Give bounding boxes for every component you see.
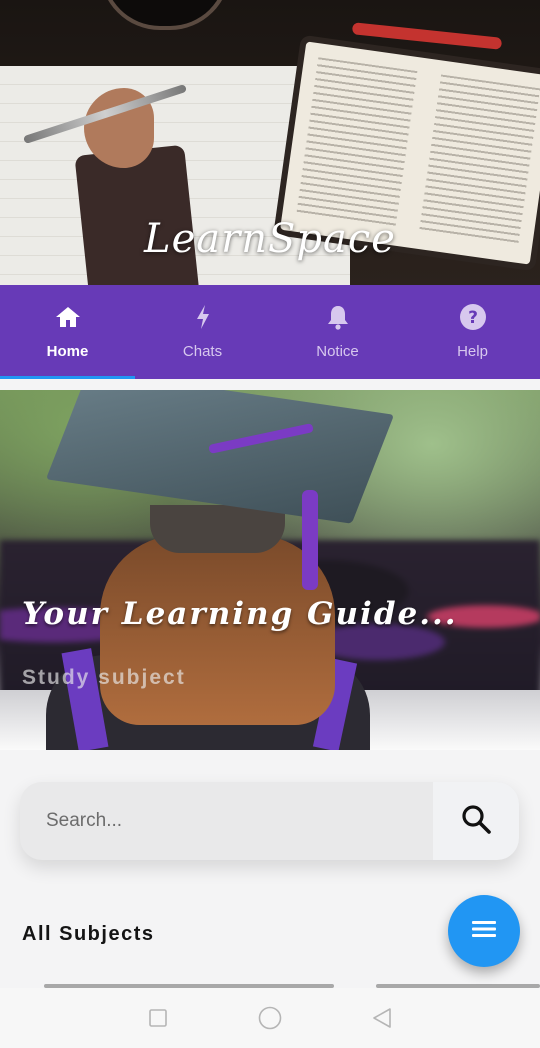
bolt-icon (189, 303, 217, 331)
app-brand-title: LearnSpace (144, 216, 396, 262)
banner-subtitle: Study subject (22, 666, 186, 689)
tab-home[interactable]: Home (0, 285, 135, 379)
search-input[interactable] (20, 782, 432, 860)
menu-fab-button[interactable] (448, 895, 520, 967)
sleeve-graphic (74, 144, 200, 285)
top-tab-bar: Home Chats Notice ? Help (0, 285, 540, 379)
tab-notice-label: Notice (316, 343, 359, 360)
tab-help-label: Help (457, 343, 488, 360)
section-title-all-subjects: All Subjects (22, 923, 155, 945)
search-bar (20, 782, 519, 860)
coffee-cup-graphic (100, 0, 230, 30)
tab-chats[interactable]: Chats (135, 285, 270, 379)
home-circle-icon[interactable] (258, 1006, 282, 1030)
system-nav-bar (0, 988, 540, 1048)
header-image: LearnSpace (0, 0, 540, 285)
help-icon: ? (459, 303, 487, 331)
tab-home-label: Home (46, 343, 89, 360)
banner-title: Your Learning Guide... (22, 596, 458, 632)
hero-banner[interactable]: Your Learning Guide... Study subject (0, 390, 540, 750)
tassel-graphic (302, 490, 318, 590)
recents-square-icon[interactable] (146, 1006, 170, 1030)
menu-icon (471, 919, 497, 944)
tab-help[interactable]: ? Help (405, 285, 540, 379)
tab-notice[interactable]: Notice (270, 285, 405, 379)
search-button[interactable] (433, 782, 519, 860)
svg-text:?: ? (468, 308, 478, 328)
graduation-cap-graphic (45, 390, 395, 524)
back-triangle-icon[interactable] (370, 1006, 394, 1030)
home-icon (54, 303, 82, 331)
red-pen-graphic (351, 22, 503, 50)
cap-base-graphic (150, 505, 285, 553)
search-icon (460, 803, 492, 840)
bell-icon (324, 303, 352, 331)
tab-chats-label: Chats (182, 343, 223, 360)
